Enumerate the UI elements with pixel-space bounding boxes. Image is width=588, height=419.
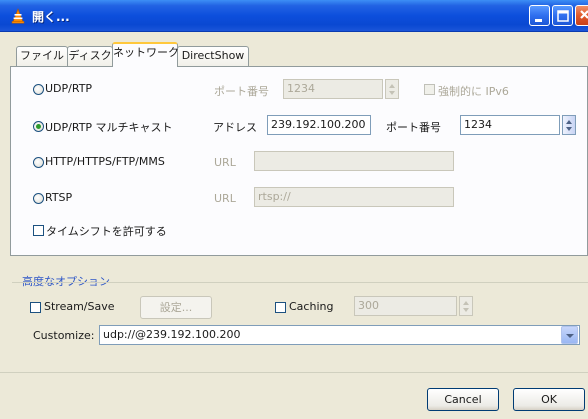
rtsp-url-input[interactable]: rtsp:// <box>254 187 454 207</box>
maximize-button[interactable] <box>552 5 573 26</box>
customize-label: Customize: <box>33 329 95 342</box>
udp-radio[interactable] <box>33 84 44 95</box>
close-button[interactable] <box>575 5 588 26</box>
vlc-cone-icon <box>10 8 26 24</box>
settings-button[interactable]: 設定... <box>140 296 212 319</box>
advanced-divider <box>12 282 588 283</box>
http-label: HTTP/HTTPS/FTP/MMS <box>45 155 165 168</box>
chevron-down-icon[interactable] <box>561 326 578 344</box>
caching-input[interactable]: 300 <box>354 296 457 316</box>
tab-network[interactable]: ネットワーク <box>112 42 179 67</box>
stream-save-label: Stream/Save <box>44 300 115 313</box>
rtsp-url-label: URL <box>214 192 236 205</box>
multicast-port-label: ポート番号 <box>386 121 441 134</box>
rtsp-radio[interactable] <box>33 193 44 204</box>
timeshift-label: タイムシフトを許可する <box>46 225 167 238</box>
multicast-address-input[interactable]: 239.192.100.200 <box>267 115 371 135</box>
minimize-button[interactable] <box>529 5 550 26</box>
multicast-port-spinner[interactable] <box>562 115 576 135</box>
ok-button[interactable]: OK <box>513 388 585 411</box>
caching-checkbox[interactable] <box>275 302 286 313</box>
tab-directshow[interactable]: DirectShow <box>177 46 249 66</box>
http-url-label: URL <box>214 156 236 169</box>
http-url-input[interactable] <box>254 151 454 171</box>
udp-port-spinner[interactable] <box>385 79 399 99</box>
advanced-options-title: 高度なオプション <box>22 275 110 288</box>
title-bar[interactable]: 開く... <box>0 0 588 32</box>
minimize-icon <box>535 19 542 22</box>
udp-port-label: ポート番号 <box>214 85 269 98</box>
tab-disc[interactable]: ディスク <box>67 46 113 66</box>
multicast-label: UDP/RTP マルチキャスト <box>45 121 173 134</box>
open-dialog: 開く... ファイル ディスク ネットワーク DirectShow UDP/RT… <box>0 0 588 419</box>
cancel-button[interactable]: Cancel <box>427 388 499 411</box>
udp-port-input[interactable]: 1234 <box>283 79 383 99</box>
multicast-port-input[interactable]: 1234 <box>460 115 560 135</box>
caching-spinner[interactable] <box>459 296 473 316</box>
stream-save-checkbox[interactable] <box>30 302 41 313</box>
maximize-icon <box>557 10 569 22</box>
ipv6-checkbox[interactable] <box>424 84 435 95</box>
caching-label: Caching <box>289 300 334 313</box>
customize-combobox[interactable]: udp://@239.192.100.200 <box>99 325 580 345</box>
rtsp-label: RTSP <box>45 191 73 204</box>
window-title: 開く... <box>32 10 70 24</box>
multicast-radio[interactable] <box>33 121 44 132</box>
multicast-address-label: アドレス <box>213 121 257 134</box>
udp-label: UDP/RTP <box>45 82 93 95</box>
footer-divider <box>0 372 588 373</box>
ipv6-label: 強制的に IPv6 <box>438 85 509 98</box>
close-icon <box>580 10 588 19</box>
tab-file[interactable]: ファイル <box>16 46 68 66</box>
http-radio[interactable] <box>33 157 44 168</box>
timeshift-checkbox[interactable] <box>33 225 44 236</box>
